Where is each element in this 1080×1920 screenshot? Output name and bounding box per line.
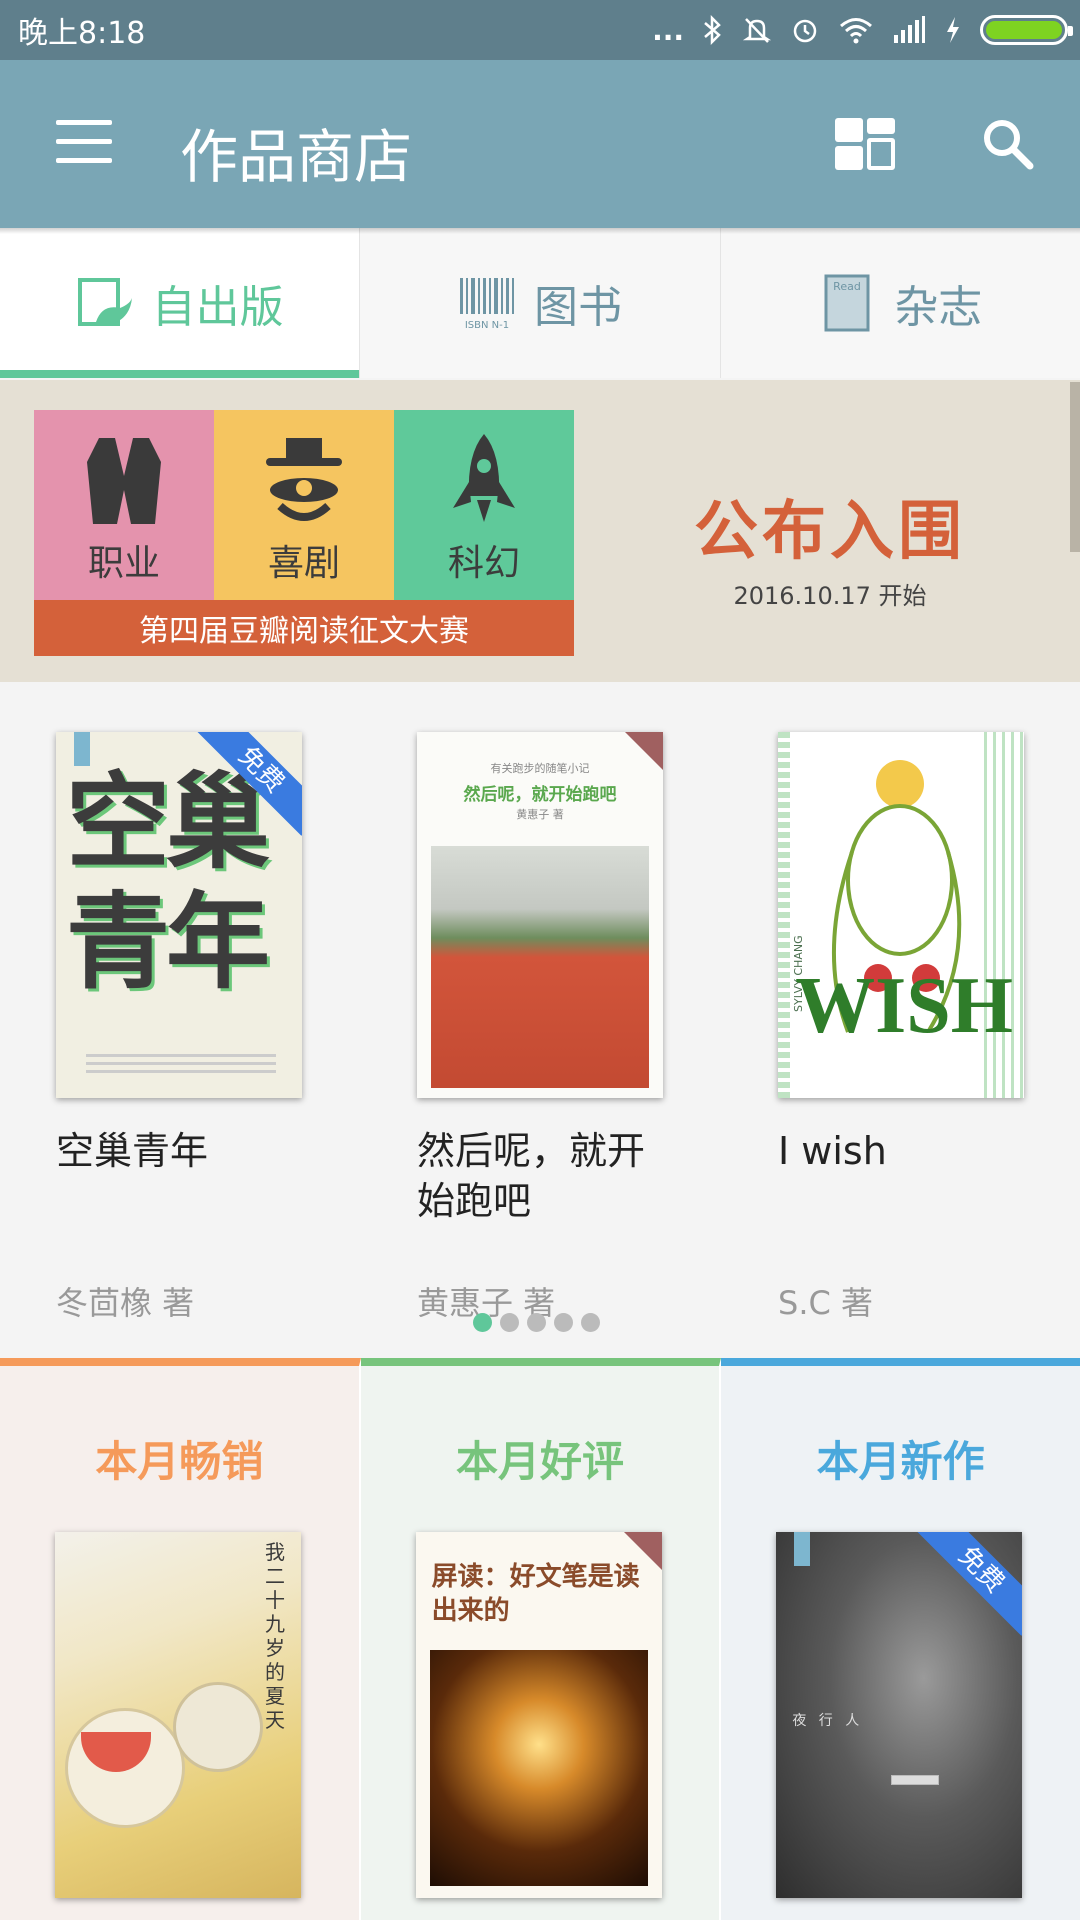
vest-icon (87, 438, 161, 524)
cover-fineprint (86, 1054, 276, 1057)
publish-announcement: 公布入围 2016.10.17 开始 (640, 480, 1020, 611)
book-cover: SYLVY CHANG WISH (778, 732, 1024, 1098)
tab-books[interactable]: ISBN N-1 图书 (360, 228, 721, 378)
cover-chair (892, 1776, 939, 1784)
cover-photo (431, 846, 649, 1088)
section-title: 本月好评 (456, 1437, 625, 1486)
page-dot[interactable] (500, 1313, 519, 1332)
section-top-rated[interactable]: 本月好评 屏读：好文笔是读出来的 (360, 1358, 722, 1920)
mute-bell-icon (742, 18, 772, 43)
section-title: 本月新作 (816, 1437, 985, 1486)
app-bar: 作品商店 (0, 60, 1080, 228)
cover-illustration: WISH (795, 760, 1013, 1050)
cover-image (429, 1650, 648, 1886)
tab-label: 杂志 (894, 282, 983, 333)
bluetooth-icon (704, 15, 721, 45)
book-cover[interactable]: 我二十九岁的夏天 (55, 1532, 301, 1898)
more-dots-icon: ... (652, 13, 684, 47)
magazine-icon: Read (824, 274, 870, 332)
book-card[interactable]: SYLVY CHANG WISH I wish S.C 著 (778, 732, 1028, 1322)
cover-title: WISH (795, 962, 1013, 1050)
wifi-icon (840, 18, 872, 44)
cover-title: 夜 行 人 (792, 1713, 864, 1729)
book-cover[interactable]: 夜 行 人 免费 (776, 1532, 1023, 1898)
tab-label: 自出版 (151, 282, 284, 333)
signal-icon (894, 16, 925, 43)
book-title: I wish (778, 1129, 887, 1173)
page-dot-active[interactable] (473, 1313, 492, 1332)
section-title: 本月畅销 (95, 1437, 264, 1486)
book-cover: 有关跑步的随笔小记 然后呢，就开始跑吧 黄惠子 著 (417, 732, 663, 1098)
battery-icon (980, 15, 1073, 45)
battery-level (986, 21, 1062, 39)
cover-title: 然后呢，就开始跑吧 (463, 785, 617, 805)
book-author: S.C 著 (778, 1284, 874, 1322)
book-title: 空巢青年 (56, 1129, 209, 1173)
status-bar: 晚上8:18 ... (0, 0, 1080, 60)
category-label: 职业 (87, 543, 160, 584)
tab-magazines[interactable]: Read 杂志 (721, 228, 1080, 378)
cover-corner-mark (623, 1532, 662, 1570)
page-dot[interactable] (527, 1313, 546, 1332)
self-publish-icon (77, 278, 132, 326)
page-dot[interactable] (554, 1313, 573, 1332)
book-title: 然后呢，就开始跑吧 (417, 1129, 646, 1223)
cover-tag-icon (794, 1532, 811, 1566)
book-author: 冬茴橡 著 (56, 1284, 195, 1322)
book-card[interactable]: 有关跑步的随笔小记 然后呢，就开始跑吧 黄惠子 著 然后呢，就开始跑吧 黄惠子 … (417, 732, 667, 1322)
page-indicator[interactable] (473, 1313, 600, 1332)
alarm-icon (793, 19, 817, 43)
section-bestsellers[interactable]: 本月畅销 我二十九岁的夏天 (0, 1358, 361, 1920)
barcode-text: ISBN N-1 (465, 320, 509, 331)
cover-title: 屏读：好文笔是读出来的 (431, 1562, 640, 1626)
contest-banner[interactable]: 职业 喜剧 科幻 第四届豆瓣阅读征文大赛 公布入围 2016.10.17 开始 (0, 380, 1080, 682)
section-new-releases[interactable]: 本月新作 夜 行 人 免费 (721, 1358, 1080, 1920)
publish-date: 2016.10.17 开始 (733, 582, 927, 610)
category-tabs: 自出版 ISBN N-1 图书 Read 杂志 (0, 228, 1080, 378)
cover-corner-mark (625, 732, 663, 770)
scrollbar-thumb[interactable] (1070, 382, 1080, 552)
status-time: 晚上8:18 (18, 16, 146, 51)
category-career: 职业 (34, 410, 214, 600)
book-cover: 空巢青年 免费 (56, 732, 302, 1098)
banner-categories: 职业 喜剧 科幻 第四届豆瓣阅读征文大赛 (34, 410, 574, 680)
category-scifi: 科幻 (394, 410, 574, 600)
contest-name: 第四届豆瓣阅读征文大赛 (34, 600, 574, 656)
magazine-text: Read (833, 280, 861, 293)
cover-bowl (173, 1682, 263, 1772)
grid-layout-icon[interactable] (835, 118, 895, 170)
cover-title: 空巢青年 (66, 761, 270, 1003)
status-icons: ... (652, 0, 1073, 60)
book-card[interactable]: 空巢青年 免费 空巢青年 冬茴橡 著 (56, 732, 306, 1322)
category-label: 喜剧 (267, 543, 340, 584)
charging-icon (947, 17, 959, 43)
tab-self-publish[interactable]: 自出版 (0, 228, 361, 378)
free-badge: 免费 (915, 1532, 1023, 1636)
category-label: 科幻 (447, 543, 520, 584)
featured-books: 空巢青年 免费 空巢青年 冬茴橡 著 有关跑步的随笔小记 然后呢，就开始跑吧 黄… (0, 682, 1080, 1362)
monthly-sections: 本月畅销 我二十九岁的夏天 本月好评 屏读：好文笔是读出来的 本月新作 夜 行 … (0, 1358, 1080, 1920)
barcode-icon: ISBN N-1 (459, 278, 514, 331)
cover-author: 黄惠子 著 (516, 808, 564, 821)
publish-headline: 公布入围 (694, 495, 966, 569)
app-bar-shadow (0, 228, 1080, 234)
page-dot[interactable] (581, 1313, 600, 1332)
rocket-icon (453, 434, 515, 522)
search-icon[interactable] (978, 114, 1038, 174)
clown-icon (266, 438, 342, 521)
page-title: 作品商店 (180, 123, 413, 191)
menu-icon[interactable] (56, 120, 112, 164)
cover-title: 我二十九岁的夏天 (265, 1540, 285, 1732)
book-cover[interactable]: 屏读：好文笔是读出来的 (415, 1532, 662, 1898)
category-comedy: 喜剧 (214, 410, 394, 600)
tab-label: 图书 (533, 282, 622, 333)
